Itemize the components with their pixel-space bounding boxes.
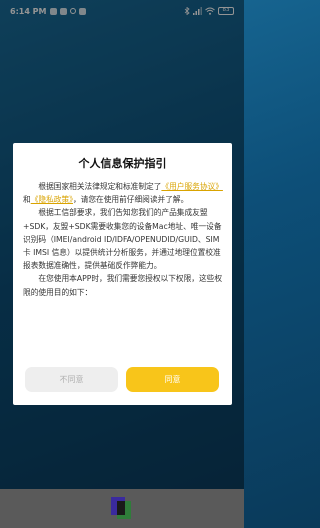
app-logo-icon bbox=[111, 497, 131, 519]
dialog-title: 个人信息保护指引 bbox=[78, 157, 167, 170]
agree-button[interactable]: 同意 bbox=[126, 367, 219, 392]
privacy-dialog: 个人信息保护指引 根据国家相关法律规定和标准制定了《用户服务协议》和《隐私政策》… bbox=[13, 143, 232, 405]
user-agreement-link[interactable]: 《用户服务协议》 bbox=[161, 182, 223, 191]
paragraph-permissions: 在您使用本APP时，我们需要您授权以下权限，这些权限的使用目的如下： bbox=[23, 274, 223, 297]
privacy-policy-link[interactable]: 《隐私政策》 bbox=[31, 195, 73, 204]
paragraph-sdk: 根据工信部要求，我们告知您我们的产品集成友盟+SDK，友盟+SDK需要收集您的设… bbox=[23, 208, 222, 271]
paragraph-text: 和 bbox=[23, 195, 31, 205]
dialog-body[interactable]: 根据国家相关法律规定和标准制定了《用户服务协议》和《隐私政策》，请您在使用前仔细… bbox=[23, 180, 225, 376]
paragraph-text: 根据国家相关法律规定和标准制定了 bbox=[38, 182, 162, 191]
paragraph-laws: 根据国家相关法律规定和标准制定了《用户服务协议》和《隐私政策》，请您在使用前仔细… bbox=[23, 180, 225, 206]
paragraph-text: ，请您在使用前仔细阅读并了解。 bbox=[72, 195, 189, 205]
disagree-button[interactable]: 不同意 bbox=[25, 367, 118, 392]
